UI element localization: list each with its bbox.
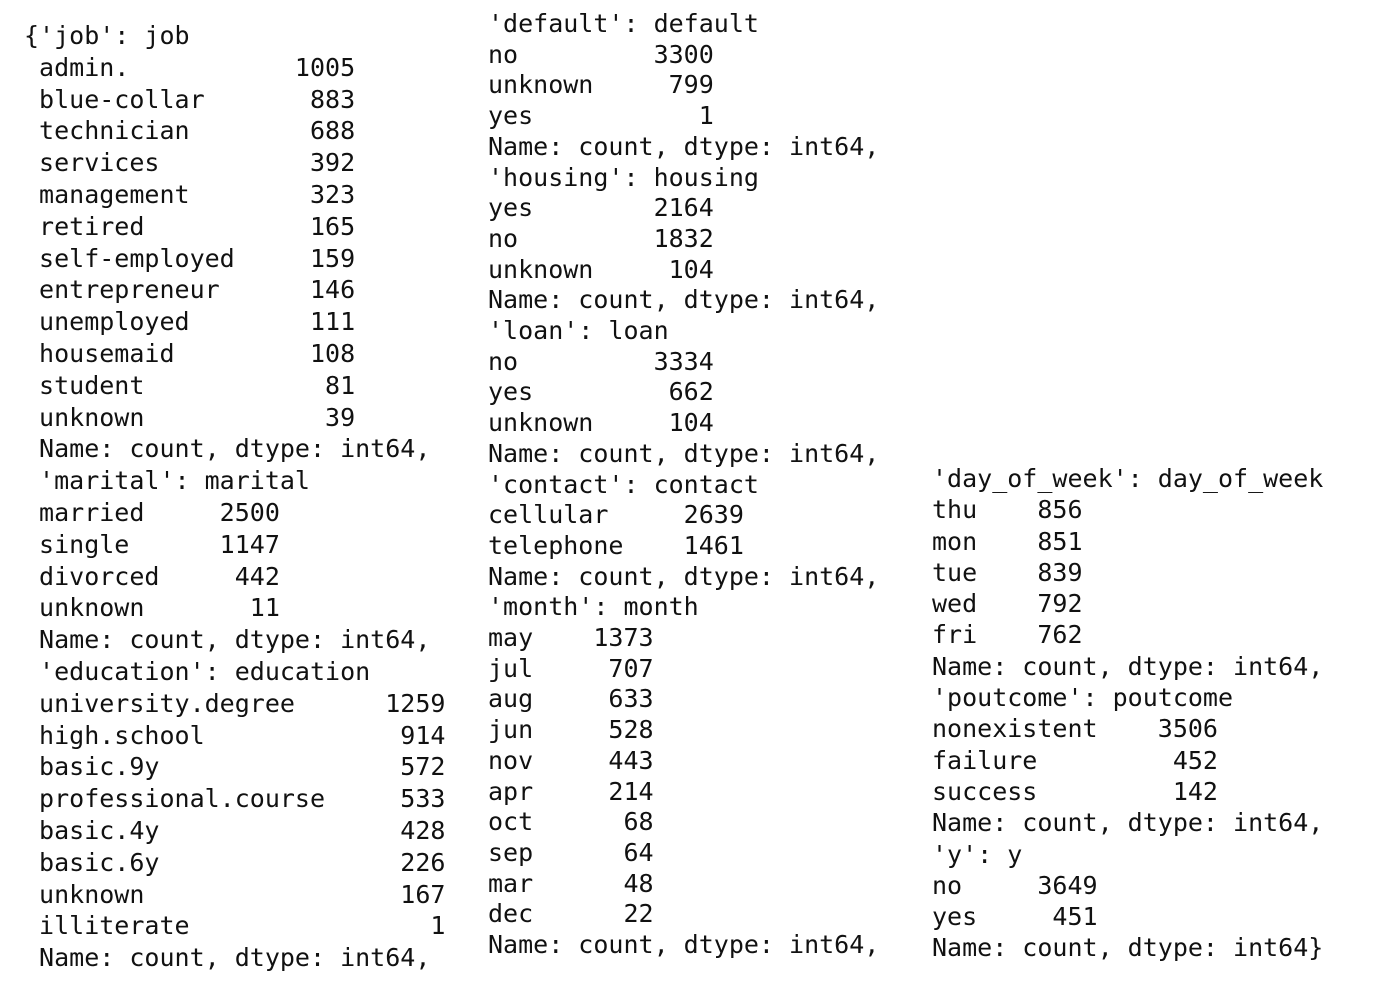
output-line: Name: count, dtype: int64, (24, 625, 431, 655)
output-line: unknown 11 (24, 593, 280, 623)
output-line: yes 1 (488, 101, 714, 131)
output-line: nonexistent 3506 (932, 714, 1218, 744)
output-line: unknown 104 (488, 254, 714, 284)
output-line: yes 2164 (488, 193, 714, 223)
output-line: basic.9y 572 (24, 752, 446, 782)
output-line: unemployed 111 (24, 307, 356, 337)
output-line: high.school 914 (24, 720, 446, 750)
output-line: no 3300 (488, 39, 714, 69)
output-line: management 323 (24, 179, 356, 209)
output-line: jun 528 (488, 715, 654, 745)
output-line: technician 688 (24, 116, 356, 146)
output-line: 'y': y (932, 839, 1023, 869)
output-line: married 2500 (24, 497, 280, 527)
output-line: divorced 442 (24, 561, 280, 591)
output-line: 'month': month (488, 592, 699, 622)
output-line: Name: count, dtype: int64, (932, 651, 1324, 681)
output-line: mar 48 (488, 868, 654, 898)
output-line: basic.6y 226 (24, 847, 446, 877)
output-line: 'default': default (488, 9, 759, 38)
output-line: unknown 167 (24, 879, 446, 909)
output-line: tue 839 (932, 557, 1083, 587)
output-line: no 3334 (488, 346, 714, 376)
output-line: Name: count, dtype: int64, (932, 808, 1324, 838)
output-line: thu 856 (932, 495, 1083, 525)
output-line: mon 851 (932, 526, 1083, 556)
output-line: sep 64 (488, 837, 654, 867)
output-line: telephone 1461 (488, 530, 744, 560)
output-line: {'job': job (24, 21, 190, 50)
output-line: single 1147 (24, 529, 280, 559)
output-line: 'housing': housing (488, 162, 759, 192)
output-line: Name: count, dtype: int64, (24, 943, 431, 973)
output-line: student 81 (24, 370, 356, 400)
output-line: yes 451 (932, 902, 1098, 932)
output-line: oct 68 (488, 807, 654, 837)
output-line: no 3649 (932, 870, 1098, 900)
output-line: yes 662 (488, 377, 714, 407)
output-line: admin. 1005 (24, 52, 356, 82)
output-line: entrepreneur 146 (24, 275, 356, 305)
output-line: housemaid 108 (24, 338, 356, 368)
output-line: Name: count, dtype: int64, (488, 131, 880, 161)
output-line: Name: count, dtype: int64, (488, 438, 880, 468)
output-line: apr 214 (488, 776, 654, 806)
output-line: failure 452 (932, 745, 1218, 775)
output-line: fri 762 (932, 620, 1083, 650)
output-line: 'education': education (24, 656, 371, 686)
output-line: no 1832 (488, 223, 714, 253)
output-line: services 392 (24, 148, 356, 178)
output-line: professional.course 533 (24, 784, 446, 814)
output-line: Name: count, dtype: int64, (488, 285, 880, 315)
output-line: 'day_of_week': day_of_week (932, 464, 1324, 493)
output-line: 'contact': contact (488, 469, 759, 499)
output-column-3: 'day_of_week': day_of_week thu 856 mon 851… (932, 463, 1323, 964)
output-line: may 1373 (488, 623, 654, 653)
output-column-1: {'job': job admin. 1005 blue-collar 883 … (24, 20, 445, 974)
output-line: 'poutcome': poutcome (932, 683, 1234, 713)
output-line: Name: count, dtype: int64, (24, 434, 431, 464)
output-line: 'marital': marital (24, 466, 310, 496)
output-line: self-employed 159 (24, 243, 356, 273)
output-line: success 142 (932, 776, 1218, 806)
output-line: dec 22 (488, 899, 654, 929)
output-column-2: 'default': default no 3300 unknown 799 yes … (488, 9, 879, 961)
output-line: jul 707 (488, 653, 654, 683)
output-line: blue-collar 883 (24, 84, 356, 114)
output-line: Name: count, dtype: int64} (932, 933, 1324, 963)
output-line: retired 165 (24, 211, 356, 241)
output-line: wed 792 (932, 589, 1083, 619)
output-line: cellular 2639 (488, 500, 744, 530)
output-line: Name: count, dtype: int64, (488, 930, 880, 960)
output-line: university.degree 1259 (24, 688, 446, 718)
output-line: basic.4y 428 (24, 815, 446, 845)
output-line: nov 443 (488, 745, 654, 775)
output-line: unknown 39 (24, 402, 356, 432)
output-line: unknown 799 (488, 70, 714, 100)
output-line: illiterate 1 (24, 911, 446, 941)
output-line: aug 633 (488, 684, 654, 714)
output-line: unknown 104 (488, 408, 714, 438)
output-line: Name: count, dtype: int64, (488, 561, 880, 591)
output-line: 'loan': loan (488, 316, 669, 346)
